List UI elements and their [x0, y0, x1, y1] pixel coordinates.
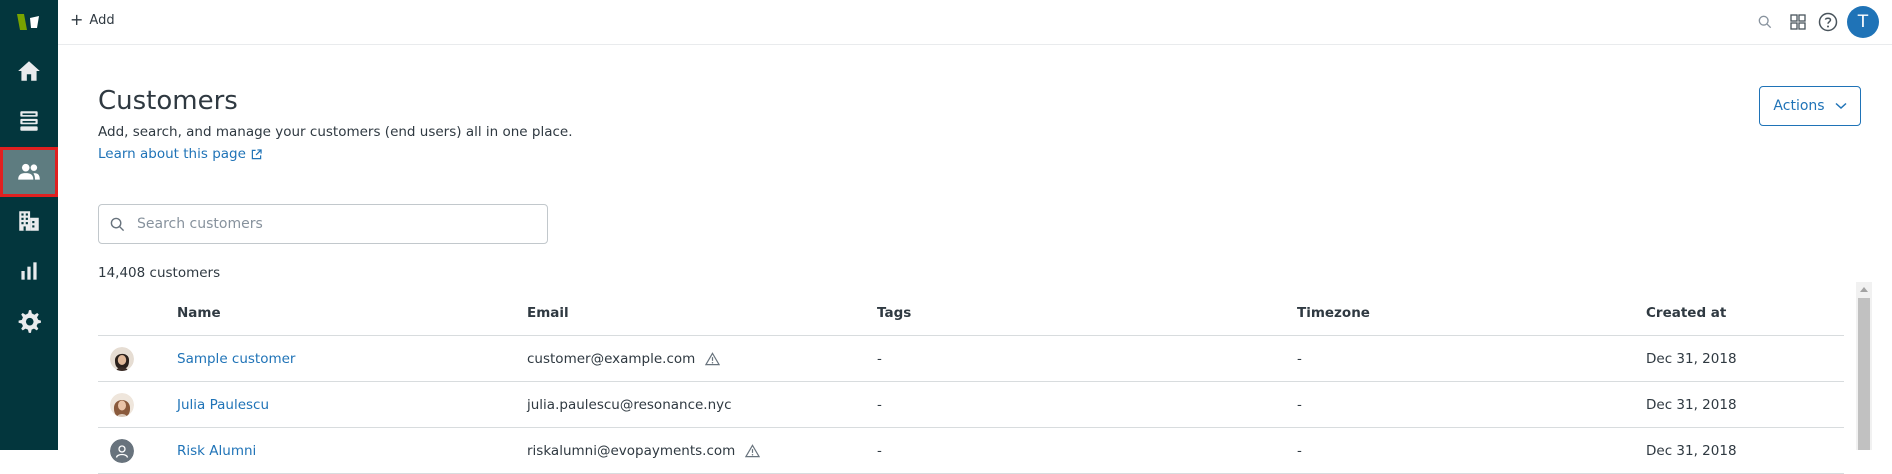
warning-icon: [705, 351, 721, 365]
product-tray-icon[interactable]: [1787, 11, 1809, 33]
page-title: Customers: [98, 86, 238, 116]
search-field[interactable]: [98, 204, 548, 244]
search-icon: [99, 217, 135, 232]
help-icon[interactable]: [1817, 11, 1839, 33]
table-row[interactable]: Risk Alumni riskalumni@evopayments.com -…: [98, 428, 1844, 474]
add-button-label: Add: [89, 12, 115, 28]
table-row[interactable]: Sample customer customer@example.com - -…: [98, 336, 1844, 382]
email-cell: julia.paulescu@resonance.nyc: [527, 382, 732, 427]
column-header-created[interactable]: Created at: [1646, 290, 1726, 335]
tags-cell: -: [877, 350, 882, 367]
external-link-icon: [251, 148, 262, 159]
tags-cell: -: [877, 442, 882, 459]
customer-email: customer@example.com: [527, 350, 696, 367]
column-header-tags[interactable]: Tags: [877, 290, 911, 335]
page-description: Add, search, and manage your customers (…: [98, 124, 573, 140]
created-cell: Dec 31, 2018: [1646, 396, 1737, 413]
customers-icon: [18, 163, 40, 180]
table-header: Name Email Tags Timezone Created at: [98, 290, 1844, 336]
timezone-cell: -: [1297, 442, 1302, 459]
chevron-down-icon: [1835, 102, 1847, 110]
customer-name[interactable]: Sample customer: [177, 351, 295, 367]
created-cell: Dec 31, 2018: [1646, 442, 1737, 459]
reporting-icon: [21, 262, 37, 280]
views-icon: [20, 111, 38, 131]
customer-name[interactable]: Risk Alumni: [177, 443, 256, 459]
tags-cell: -: [877, 396, 882, 413]
learn-more-label: Learn about this page: [98, 146, 246, 162]
customers-table: Name Email Tags Timezone Created at Samp…: [98, 290, 1844, 474]
customer-count: 14,408 customers: [98, 265, 221, 281]
sidebar-item-customers[interactable]: [0, 147, 58, 197]
avatar: [110, 428, 134, 473]
avatar: [110, 336, 134, 381]
timezone-cell: -: [1297, 350, 1302, 367]
timezone-cell: -: [1297, 396, 1302, 413]
customer-name[interactable]: Julia Paulescu: [177, 397, 269, 413]
warning-icon: [745, 443, 761, 457]
column-header-name[interactable]: Name: [177, 290, 221, 335]
zendesk-logo[interactable]: [15, 12, 43, 32]
customer-name-link[interactable]: Risk Alumni: [177, 428, 256, 473]
gear-icon: [18, 310, 41, 333]
sidebar-item-organizations[interactable]: [0, 196, 58, 246]
email-cell: riskalumni@evopayments.com: [527, 428, 761, 473]
learn-more-link[interactable]: Learn about this page: [98, 146, 262, 162]
table-scrollbar[interactable]: [1856, 282, 1872, 450]
customer-email: julia.paulescu@resonance.nyc: [527, 396, 732, 413]
search-icon[interactable]: [1754, 11, 1776, 33]
home-icon: [18, 61, 40, 81]
sidebar-item-home[interactable]: [0, 46, 58, 96]
scroll-up-arrow-icon[interactable]: [1856, 282, 1872, 296]
customer-name-link[interactable]: Sample customer: [177, 336, 295, 381]
created-cell: Dec 31, 2018: [1646, 350, 1737, 367]
scroll-thumb[interactable]: [1858, 298, 1870, 450]
add-button[interactable]: + Add: [70, 12, 115, 28]
sidebar-item-views[interactable]: [0, 96, 58, 146]
plus-icon: +: [70, 10, 84, 29]
actions-button-label: Actions: [1773, 98, 1825, 114]
customer-name-link[interactable]: Julia Paulescu: [177, 382, 269, 427]
organizations-icon: [19, 211, 39, 231]
avatar: [110, 382, 134, 427]
table-row[interactable]: Julia Paulescu julia.paulescu@resonance.…: [98, 382, 1844, 428]
actions-button[interactable]: Actions: [1759, 86, 1861, 126]
user-avatar[interactable]: T: [1847, 6, 1879, 38]
email-cell: customer@example.com: [527, 336, 721, 381]
search-input[interactable]: [135, 215, 519, 233]
sidebar-item-reporting[interactable]: [0, 246, 58, 296]
sidebar: [0, 0, 58, 450]
column-header-email[interactable]: Email: [527, 290, 569, 335]
customer-email: riskalumni@evopayments.com: [527, 442, 736, 459]
column-header-timezone[interactable]: Timezone: [1297, 290, 1370, 335]
top-bar: + Add T: [58, 0, 1892, 45]
sidebar-item-admin[interactable]: [0, 296, 58, 346]
